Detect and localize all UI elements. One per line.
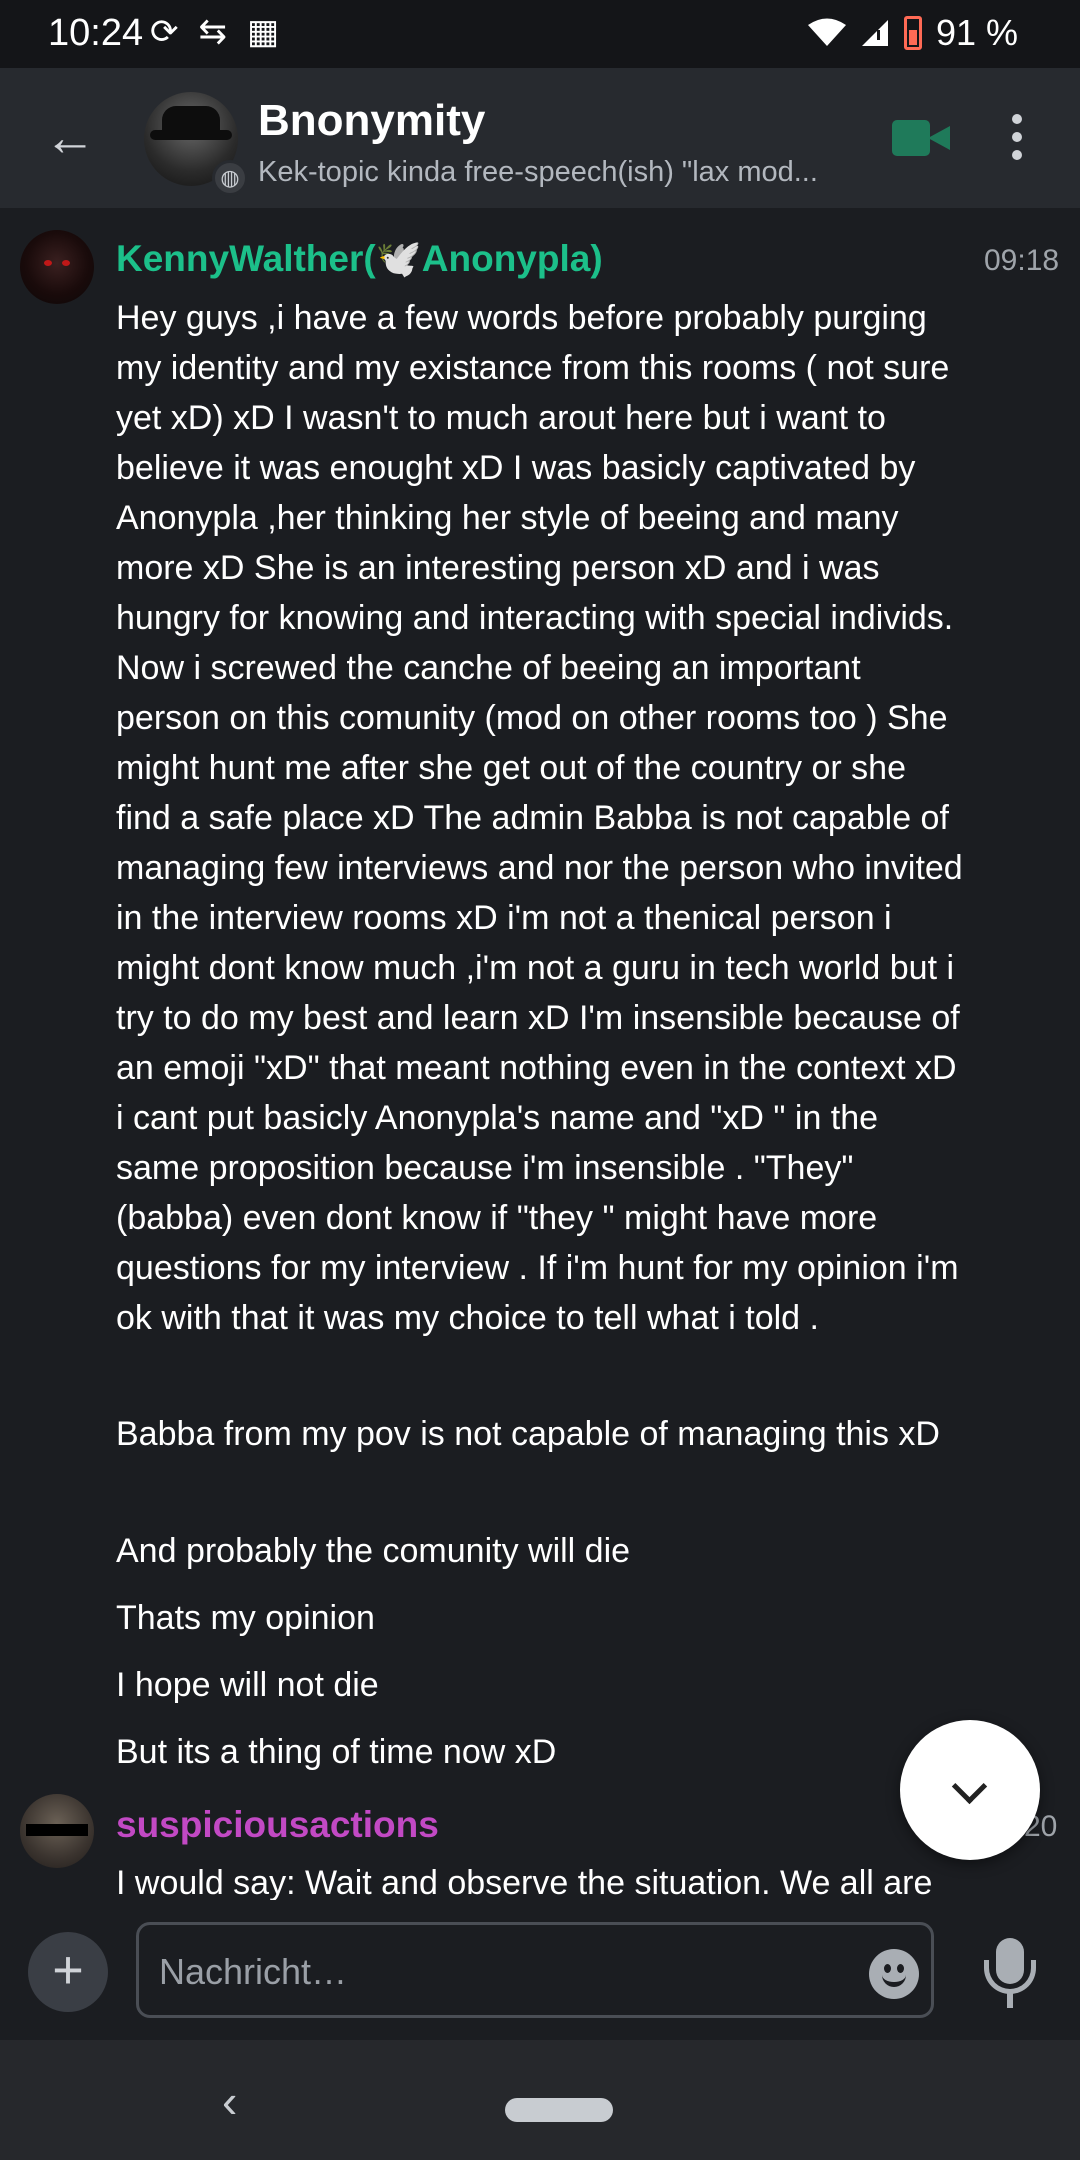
signal-icon (861, 20, 888, 46)
sync-icon: ⟳ (150, 13, 179, 51)
message-body[interactable]: I would say: Wait and observe the situat… (116, 1858, 966, 1900)
status-time: 10:24 (48, 12, 144, 54)
video-camera-icon[interactable] (892, 120, 950, 156)
home-pill-icon[interactable] (505, 2098, 613, 2122)
message-sender[interactable]: suspiciousactions (116, 1804, 439, 1846)
wifi-icon (807, 18, 846, 46)
plus-icon[interactable]: + (28, 1932, 108, 2012)
message-timestamp: 09:18 (984, 244, 1060, 277)
room-topic[interactable]: Kek-topic kinda free-speech(ish) "lax mo… (258, 156, 858, 189)
status-bar: 10:24 ⟳ ⇆ ▦ 91 % (0, 0, 1080, 68)
more-vertical-icon[interactable] (1012, 114, 1024, 168)
room-name[interactable]: Bnonymity (258, 96, 485, 146)
grid-app-icon: ▦ (247, 13, 280, 51)
message-body[interactable]: Babba from my pov is not capable of mana… (116, 1409, 966, 1459)
message-composer: + (0, 1902, 1080, 2040)
data-transfer-icon: ⇆ (198, 13, 228, 51)
microphone-icon[interactable] (984, 1938, 1036, 2010)
message-body[interactable]: But its a thing of time now xD (116, 1727, 966, 1777)
emoji-icon[interactable] (869, 1949, 919, 1999)
avatar[interactable] (20, 230, 94, 304)
message-input[interactable] (157, 1943, 801, 2001)
room-header: ← ◍ Bnonymity Kek-topic kinda free-speec… (0, 68, 1080, 208)
chevron-left-icon[interactable]: ‹ (222, 2074, 237, 2128)
battery-icon (903, 16, 922, 50)
chevron-down-icon (951, 1768, 988, 1805)
message-sender[interactable]: KennyWalther(🕊️Anonypla) (116, 238, 603, 281)
message-input-box[interactable] (136, 1922, 934, 2018)
message-body[interactable]: I hope will not die (116, 1660, 966, 1710)
system-nav-bar: ‹ (0, 2040, 1080, 2160)
battery-percent: 91 % (935, 12, 1018, 53)
message-body[interactable]: Hey guys ,i have a few words before prob… (116, 293, 966, 1343)
message-body[interactable]: Thats my opinion (116, 1593, 966, 1643)
globe-icon: ◍ (212, 160, 248, 196)
status-left-icons: ⟳ ⇆ ▦ (150, 12, 279, 52)
status-right: 91 % (807, 12, 1018, 54)
avatar[interactable] (20, 1794, 94, 1868)
message-body[interactable]: And probably the comunity will die (116, 1526, 966, 1576)
scroll-to-bottom-button[interactable] (900, 1720, 1040, 1860)
arrow-left-icon[interactable]: ← (44, 112, 96, 164)
